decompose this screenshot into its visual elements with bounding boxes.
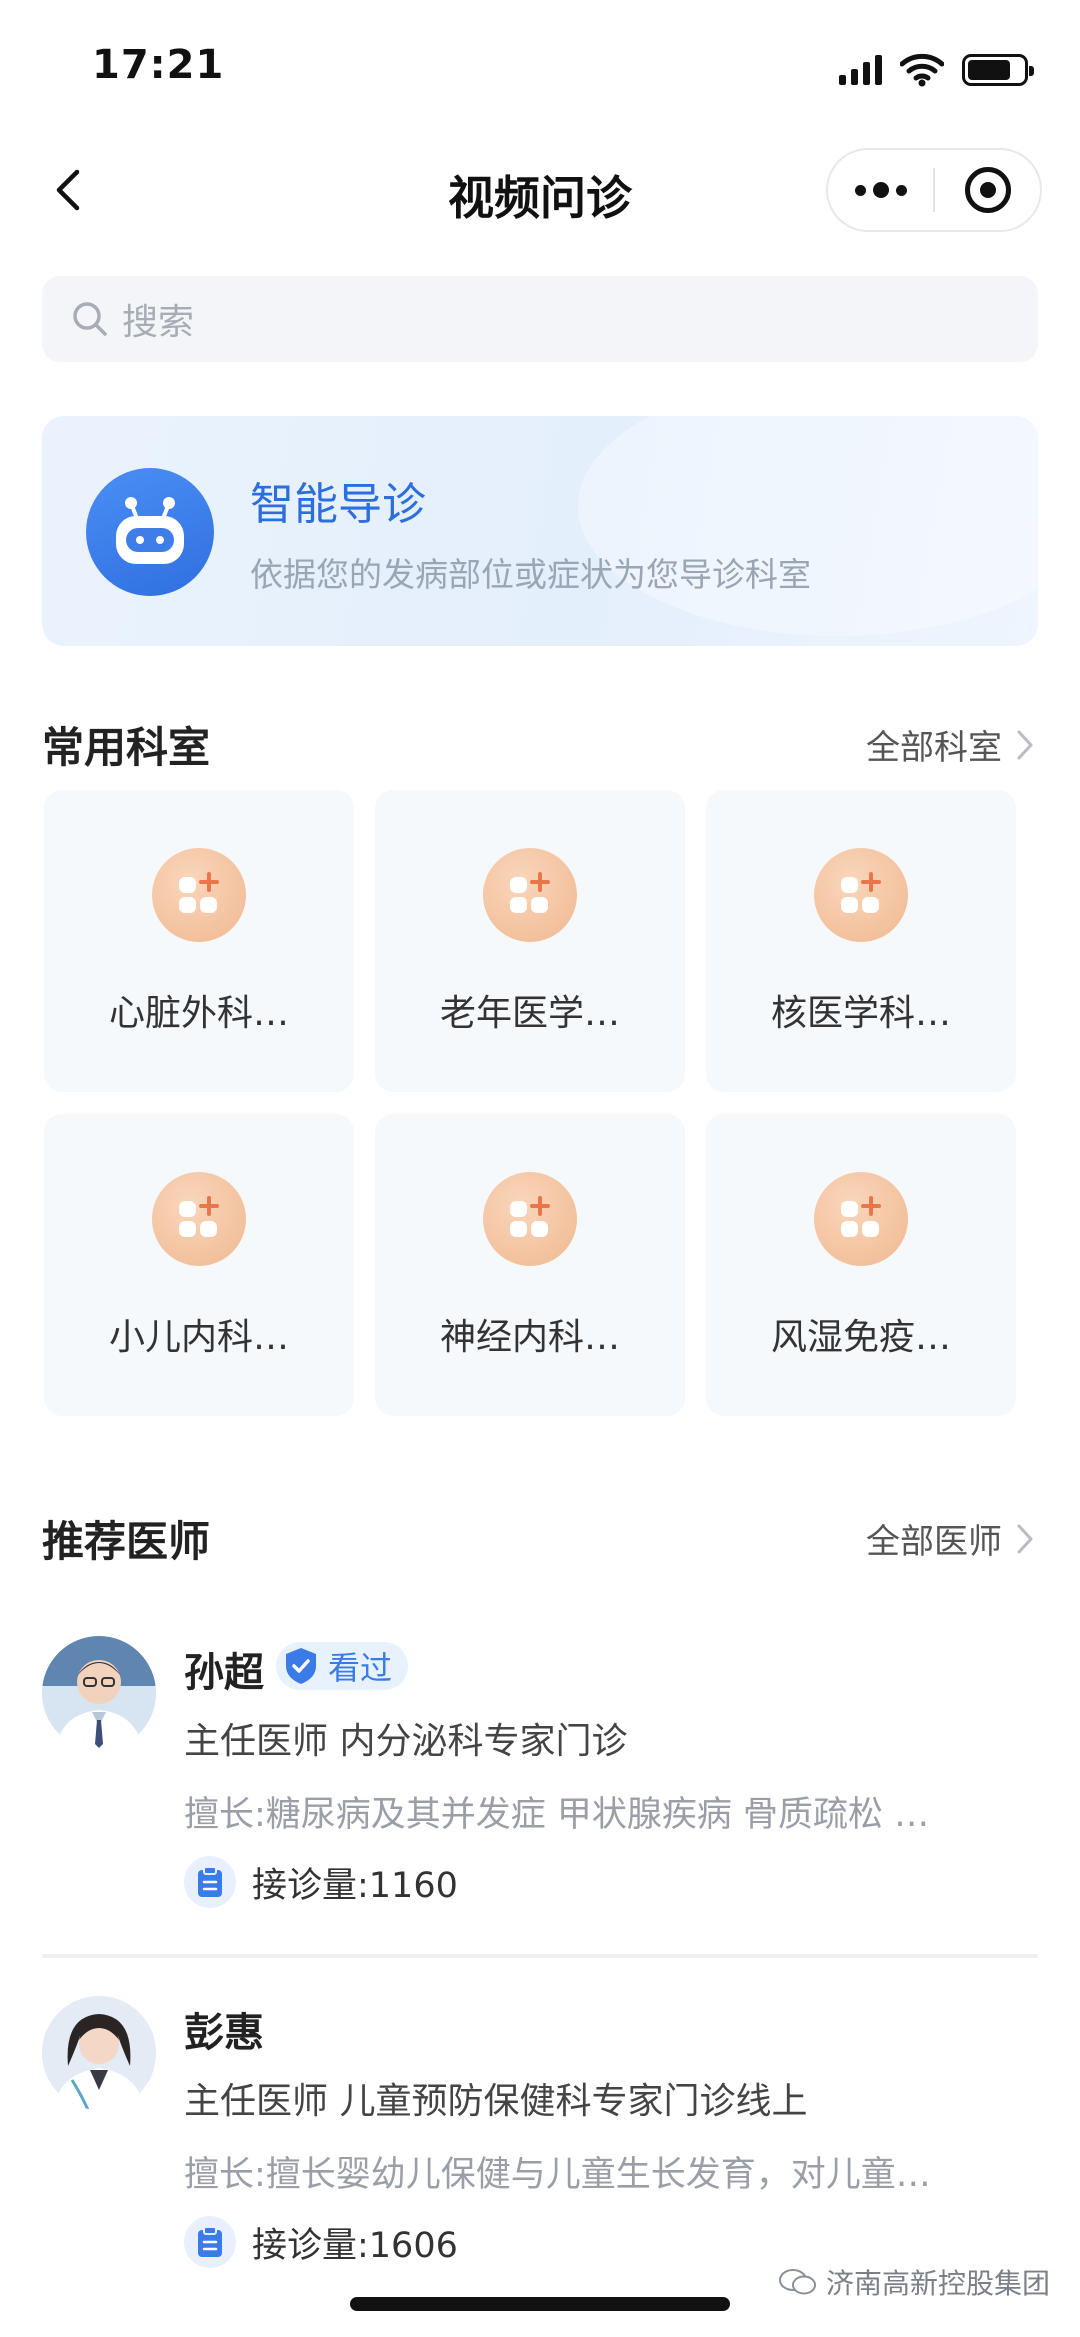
clipboard-icon — [184, 1856, 236, 1908]
clipboard-icon — [184, 2216, 236, 2268]
department-name: 心脏外科… — [108, 993, 289, 1034]
search-input[interactable]: 搜索 — [42, 276, 1038, 362]
more-dots-icon — [854, 182, 907, 198]
status-time: 17:21 — [92, 42, 225, 88]
chevron-right-icon — [1017, 730, 1033, 759]
consultation-count: 接诊量:1160 — [184, 1854, 458, 1910]
home-indicator — [350, 2297, 730, 2311]
chevron-right-icon — [1017, 1524, 1033, 1553]
all-doctors-label: 全部医师 — [866, 1522, 1002, 1562]
miniprogram-capsule — [826, 148, 1042, 232]
doctor-name: 彭惠 — [184, 2010, 264, 2056]
department-icon — [814, 1172, 908, 1266]
doctor-card[interactable]: 孙超 看过 主任医师 内分泌科专家门诊 擅长:糖尿病及其并发症 甲状腺疾病 骨质… — [42, 1636, 1038, 1926]
doctor-name: 孙超 — [184, 1650, 264, 1696]
guide-title: 智能导诊 — [250, 479, 426, 530]
all-departments-label: 全部科室 — [866, 728, 1002, 768]
department-icon — [152, 848, 246, 942]
more-button[interactable] — [828, 150, 933, 230]
all-departments-link[interactable]: 全部科室 — [866, 720, 1034, 769]
doctors-title: 推荐医师 — [42, 1517, 211, 1566]
doctor-title: 主任医师 内分泌科专家门诊 — [184, 1721, 628, 1762]
consultation-count: 接诊量:1606 — [184, 2214, 458, 2270]
department-name: 老年医学… — [439, 993, 620, 1034]
department-card[interactable]: 风湿免疫… — [706, 1114, 1016, 1416]
all-doctors-link[interactable]: 全部医师 — [866, 1514, 1034, 1563]
target-circle-icon — [964, 167, 1011, 213]
department-name: 小儿内科… — [108, 1317, 289, 1358]
doctors-header: 推荐医师 全部医师 — [42, 1508, 1038, 1568]
smart-guide-banner[interactable]: 智能导诊 依据您的发病部位或症状为您导诊科室 — [42, 416, 1038, 646]
close-miniprogram-button[interactable] — [935, 150, 1040, 230]
department-name: 风湿免疫… — [770, 1317, 951, 1358]
shield-check-icon — [286, 1648, 316, 1684]
search-icon — [73, 302, 107, 336]
doctor-specialty: 擅长:擅长婴幼儿保健与儿童生长发育，对儿童… — [184, 2155, 931, 2195]
guide-subtitle: 依据您的发病部位或症状为您导诊科室 — [250, 555, 811, 594]
status-bar: 17:21 — [0, 0, 1080, 140]
watermark: 济南高新控股集团 — [778, 2262, 1050, 2302]
departments-header: 常用科室 全部科室 — [42, 714, 1038, 774]
doctor-specialty: 擅长:糖尿病及其并发症 甲状腺疾病 骨质疏松 … — [184, 1795, 930, 1835]
department-card[interactable]: 核医学科… — [706, 790, 1016, 1092]
divider — [42, 1954, 1038, 1958]
status-icons — [839, 50, 1034, 90]
doctor-title: 主任医师 儿童预防保健科专家门诊线上 — [184, 2081, 808, 2122]
departments-title: 常用科室 — [42, 723, 211, 772]
department-icon — [814, 848, 908, 942]
department-card[interactable]: 小儿内科… — [44, 1114, 354, 1416]
wifi-icon — [900, 53, 944, 87]
doctor-card[interactable]: 彭惠 主任医师 儿童预防保健科专家门诊线上 擅长:擅长婴幼儿保健与儿童生长发育，… — [42, 1996, 1038, 2268]
watermark-text: 济南高新控股集团 — [825, 2267, 1050, 2300]
department-icon — [483, 1172, 577, 1266]
department-icon — [483, 848, 577, 942]
department-name: 神经内科… — [439, 1317, 620, 1358]
consultation-count-text: 接诊量:1606 — [252, 2225, 458, 2266]
seen-badge-label: 看过 — [328, 1649, 393, 1687]
consultation-count-text: 接诊量:1160 — [252, 1865, 458, 1906]
seen-badge: 看过 — [276, 1642, 409, 1690]
department-name: 核医学科… — [770, 993, 951, 1034]
department-grid: 心脏外科… 老年医学… 核医学科… 小儿内科… 神经内科… 风湿免疫… — [44, 790, 1040, 1416]
department-card[interactable]: 老年医学… — [375, 790, 685, 1092]
robot-icon — [86, 468, 214, 596]
wechat-icon — [778, 2269, 816, 2295]
department-icon — [152, 1172, 246, 1266]
doctor-avatar — [42, 1996, 156, 2110]
search-placeholder: 搜索 — [122, 302, 195, 343]
nav-bar: 视频问诊 — [0, 140, 1080, 240]
battery-icon — [962, 54, 1034, 86]
department-card[interactable]: 心脏外科… — [44, 790, 354, 1092]
doctor-avatar — [42, 1636, 156, 1750]
cellular-signal-icon — [839, 55, 882, 85]
department-card[interactable]: 神经内科… — [375, 1114, 685, 1416]
